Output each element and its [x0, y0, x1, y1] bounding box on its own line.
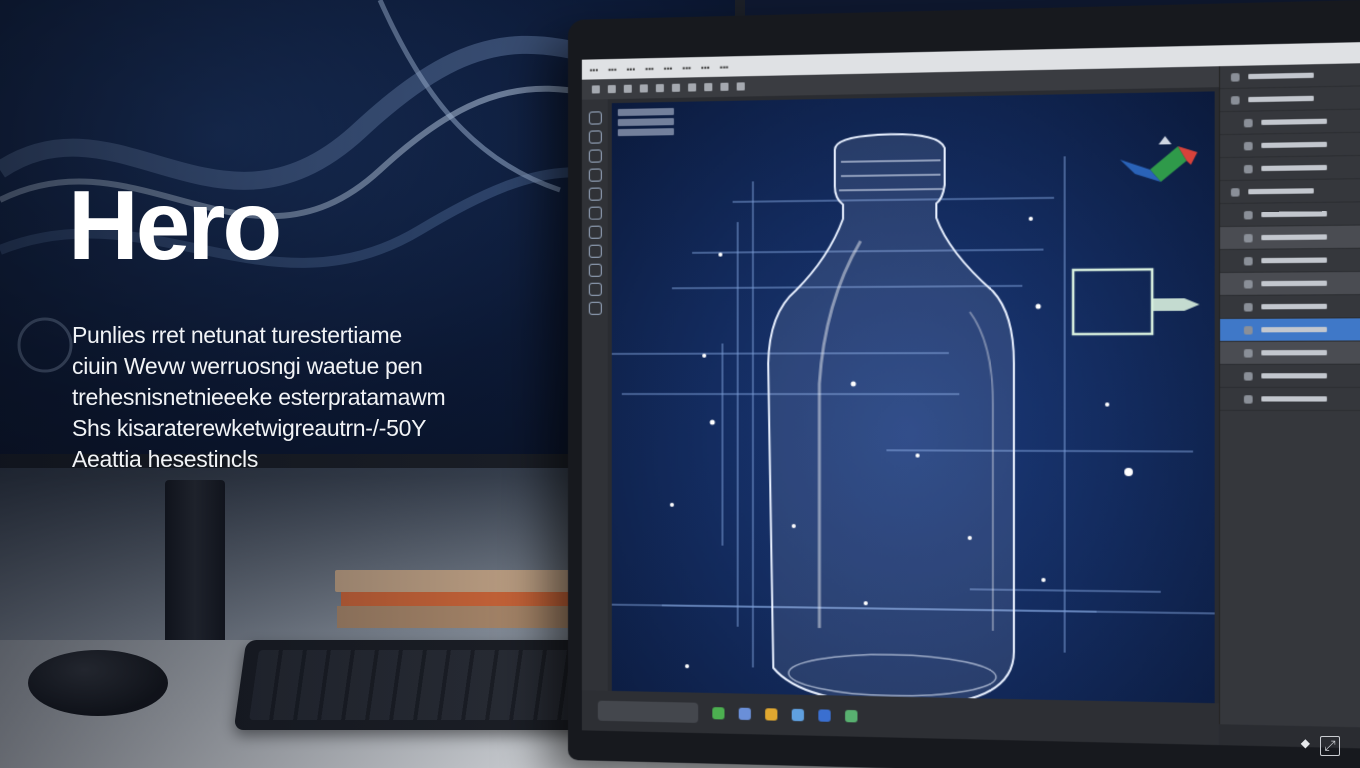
swatch-icon[interactable]	[818, 709, 831, 722]
panel-row[interactable]	[1220, 131, 1360, 159]
layer-icon	[1243, 256, 1253, 265]
swatch-icon[interactable]	[738, 707, 751, 721]
panel-row[interactable]	[1220, 85, 1360, 113]
hero-copy-line: ciuin Wevw werruosngi waetue pen	[72, 353, 423, 379]
layer-list-overlay	[617, 107, 674, 137]
panel-row[interactable]	[1220, 248, 1360, 274]
menu-item[interactable]: ▪▪▪	[627, 64, 636, 73]
swatch-icon[interactable]	[765, 708, 778, 721]
panel-row[interactable]	[1220, 387, 1360, 412]
tool-icon[interactable]	[607, 85, 616, 94]
layers-panel	[1218, 62, 1360, 729]
panel-row[interactable]	[1220, 178, 1360, 205]
layer-icon	[1243, 325, 1253, 335]
foreground-monitor: ▪▪▪ ▪▪▪ ▪▪▪ ▪▪▪ ▪▪▪ ▪▪▪ ▪▪▪ ▪▪▪	[568, 0, 1360, 768]
tool-icon[interactable]	[588, 149, 602, 163]
layer-icon	[1243, 210, 1253, 219]
tool-icon[interactable]	[655, 84, 664, 93]
tool-icon[interactable]	[591, 85, 600, 94]
layer-icon	[1243, 164, 1253, 173]
panel-row[interactable]	[1220, 271, 1360, 296]
layer-icon	[1230, 95, 1240, 105]
panel-row[interactable]	[1220, 364, 1360, 388]
tool-icon[interactable]	[588, 130, 602, 144]
zoom-field[interactable]	[597, 700, 699, 723]
tool-icon[interactable]	[588, 225, 602, 239]
menu-item[interactable]: ▪▪▪	[645, 64, 654, 73]
panel-row[interactable]	[1220, 108, 1360, 136]
menu-item[interactable]: ▪▪▪	[608, 64, 617, 73]
tool-icon[interactable]	[704, 83, 713, 92]
editor-screen: ▪▪▪ ▪▪▪ ▪▪▪ ▪▪▪ ▪▪▪ ▪▪▪ ▪▪▪ ▪▪▪	[581, 40, 1360, 750]
swatch-icon[interactable]	[845, 709, 858, 723]
hero-copy-line: Punlies rret netunat turestertiame	[72, 322, 402, 348]
tool-icon[interactable]	[623, 84, 632, 93]
panel-row[interactable]	[1220, 341, 1360, 365]
layer-icon	[1243, 118, 1253, 127]
menu-item[interactable]: ▪▪▪	[664, 63, 673, 72]
hero-copy-line: Aeattia hesestincls	[72, 446, 259, 472]
artboard-canvas[interactable]	[611, 91, 1215, 716]
tool-icon[interactable]	[639, 84, 648, 93]
panel-row[interactable]	[1220, 155, 1360, 182]
hero-copy-line: Shs kisaraterewketwigreautrn-/-50Y	[72, 415, 427, 441]
expand-icon[interactable]: ⤢	[1320, 736, 1340, 756]
tool-icon[interactable]	[588, 187, 602, 201]
menu-item[interactable]: ▪▪▪	[720, 62, 729, 71]
menu-item[interactable]: ▪▪▪	[683, 63, 692, 72]
tool-icon[interactable]	[688, 83, 697, 92]
layer-icon	[1230, 72, 1240, 82]
layer-icon	[1243, 394, 1253, 404]
hero-copy-line: trehesnisnetnieeeke esterpratamawm	[72, 384, 446, 410]
layer-icon	[1243, 279, 1253, 289]
tool-icon[interactable]	[588, 168, 602, 182]
menu-item[interactable]: ▪▪▪	[701, 62, 710, 71]
panel-row[interactable]	[1220, 294, 1360, 319]
swatch-icon[interactable]	[791, 708, 804, 722]
layer-icon	[1230, 187, 1240, 197]
layer-icon	[1243, 233, 1253, 242]
hero-title: Hero	[68, 170, 282, 280]
tool-icon[interactable]	[736, 82, 745, 91]
swatch-icon[interactable]	[712, 707, 725, 720]
layer-icon	[1243, 371, 1253, 381]
layer-icon	[1243, 141, 1253, 150]
panel-row[interactable]	[1220, 201, 1360, 228]
menu-item[interactable]: ▪▪▪	[590, 65, 598, 74]
tool-icon[interactable]	[588, 263, 602, 277]
panel-row[interactable]	[1220, 224, 1360, 251]
tool-palette	[581, 99, 608, 691]
diamond-icon: ◆	[1300, 736, 1310, 750]
layer-icon	[1243, 348, 1253, 358]
tool-icon[interactable]	[588, 244, 602, 258]
tool-icon[interactable]	[588, 282, 602, 296]
layer-icon	[1243, 302, 1253, 312]
tool-icon[interactable]	[588, 206, 602, 220]
tool-icon[interactable]	[588, 301, 602, 315]
panel-row[interactable]	[1220, 62, 1360, 90]
tool-icon[interactable]	[671, 83, 681, 92]
tool-icon[interactable]	[588, 111, 602, 125]
hero-copy: Punlies rret netunat turestertiame ciuin…	[72, 320, 502, 475]
panel-row-selected[interactable]	[1220, 318, 1360, 342]
tool-icon[interactable]	[720, 82, 729, 91]
